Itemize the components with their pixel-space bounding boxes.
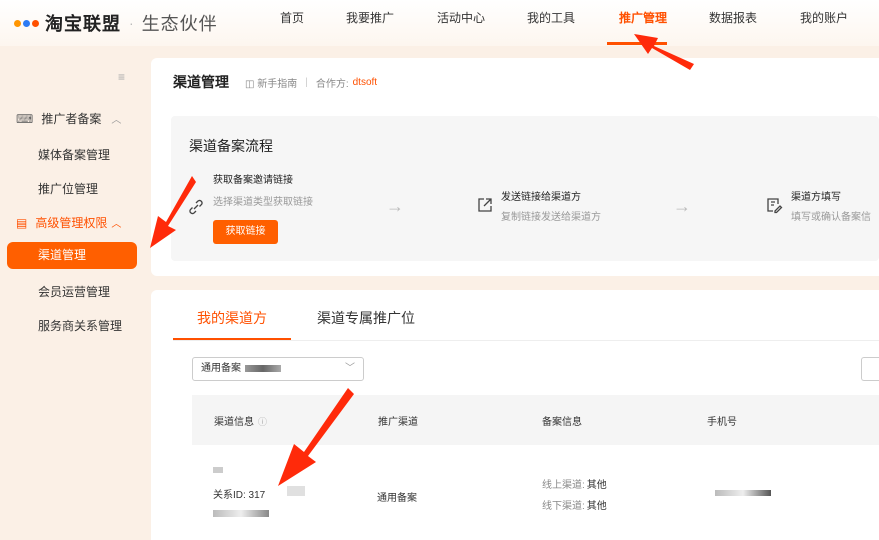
edit-form-icon bbox=[765, 196, 783, 219]
partner-label: 合作方: bbox=[315, 78, 349, 90]
sidebar-item-channel-management[interactable]: 渠道管理 bbox=[7, 242, 137, 269]
arrow-right-icon: → bbox=[673, 196, 691, 216]
tab-channel-adzones[interactable]: 渠道专属推广位 bbox=[317, 308, 415, 328]
annotation-arrow bbox=[150, 176, 196, 248]
flow-title: 渠道备案流程 bbox=[189, 138, 273, 154]
channel-value: 通用备案 bbox=[377, 493, 417, 504]
sidebar-group-advanced[interactable]: ▤ 高级管理权限 ︿ bbox=[16, 214, 121, 231]
blurred-text bbox=[213, 510, 269, 517]
logo[interactable]: 淘宝联盟 · 生态伙伴 bbox=[14, 10, 218, 36]
sidebar-item-adzone[interactable]: 推广位管理 bbox=[38, 180, 98, 197]
nav-promote[interactable]: 我要推广 bbox=[346, 0, 394, 46]
step-3-desc: 填写或确认备案信 bbox=[791, 212, 871, 223]
chevron-up-icon: ︿ bbox=[111, 115, 122, 126]
brand-name: 淘宝联盟 bbox=[45, 14, 121, 34]
annotation-arrow bbox=[634, 34, 694, 70]
guide-link[interactable]: ◫ 新手指南 bbox=[245, 75, 297, 90]
blurred-text bbox=[245, 364, 281, 372]
breadcrumb: 渠道管理 ◫ 新手指南 | 合作方: dtsoft bbox=[173, 72, 377, 92]
blurred-text bbox=[715, 490, 771, 496]
step-2-desc: 复制链接发送给渠道方 bbox=[501, 212, 601, 223]
nav-reports[interactable]: 数据报表 bbox=[709, 0, 757, 46]
megaphone-icon: ⌨ bbox=[16, 111, 34, 126]
brand-sub: 生态伙伴 bbox=[141, 14, 218, 34]
online-value: 其他 bbox=[586, 480, 607, 491]
step-3-title: 渠道方填写 bbox=[791, 192, 841, 203]
blurred-text bbox=[213, 467, 223, 473]
offline-value: 其他 bbox=[586, 501, 607, 512]
menu-collapse-icon[interactable]: ≡ bbox=[118, 70, 125, 84]
online-channel: 线上渠道: 其他 bbox=[542, 476, 607, 491]
step-1-title: 获取备案邀请链接 bbox=[213, 175, 293, 186]
header-registration: 备案信息 bbox=[542, 417, 582, 428]
partner-value: dtsoft bbox=[352, 76, 378, 88]
guide-label: 新手指南 bbox=[257, 78, 298, 90]
sidebar-item-member-ops[interactable]: 会员运营管理 bbox=[38, 283, 110, 300]
page-title: 渠道管理 bbox=[173, 74, 229, 90]
permission-icon: ▤ bbox=[16, 215, 28, 230]
nav-home[interactable]: 首页 bbox=[280, 0, 304, 46]
offline-channel: 线下渠道: 其他 bbox=[542, 497, 607, 512]
tab-divider bbox=[173, 340, 879, 341]
divider: | bbox=[305, 76, 308, 88]
step-1-desc: 选择渠道类型获取链接 bbox=[213, 197, 313, 208]
offline-label: 线下渠道: bbox=[542, 501, 585, 512]
channel-card: 渠道管理 ◫ 新手指南 | 合作方: dtsoft 渠道备案流程 获取备案邀请链… bbox=[151, 58, 879, 276]
nav-activity[interactable]: 活动中心 bbox=[437, 0, 485, 46]
header-phone: 手机号 bbox=[707, 417, 737, 428]
brand-separator: · bbox=[129, 15, 134, 31]
sidebar: ≡ ⌨ 推广者备案 ︿ 媒体备案管理 推广位管理 ▤ 高级管理权限 ︿ 渠道管理… bbox=[0, 46, 145, 540]
logo-icon bbox=[14, 19, 39, 27]
online-label: 线上渠道: bbox=[542, 480, 585, 491]
share-icon bbox=[476, 196, 494, 219]
step-2-title: 发送链接给渠道方 bbox=[501, 192, 581, 203]
header-channel: 推广渠道 bbox=[378, 417, 418, 428]
sidebar-item-provider[interactable]: 服务商关系管理 bbox=[38, 317, 122, 334]
chevron-up-icon: ︿ bbox=[111, 219, 122, 230]
sidebar-item-media[interactable]: 媒体备案管理 bbox=[38, 146, 110, 163]
flow-panel: 渠道备案流程 获取备案邀请链接 选择渠道类型获取链接 获取链接 → 发送链接给渠… bbox=[171, 116, 879, 261]
annotation-arrow bbox=[278, 388, 354, 486]
sidebar-group-label: 推广者备案 bbox=[41, 112, 102, 126]
header-label: 渠道信息 bbox=[214, 417, 254, 428]
nav-account[interactable]: 我的账户 bbox=[800, 0, 848, 46]
search-box[interactable] bbox=[861, 357, 879, 381]
filter-select[interactable]: 通用备案 ﹀ bbox=[192, 357, 364, 381]
sidebar-group-registration[interactable]: ⌨ 推广者备案 ︿ bbox=[16, 110, 121, 127]
sidebar-group-label: 高级管理权限 bbox=[35, 216, 108, 230]
tab-my-channels[interactable]: 我的渠道方 bbox=[197, 308, 267, 328]
nav-tools[interactable]: 我的工具 bbox=[527, 0, 575, 46]
arrow-right-icon: → bbox=[386, 196, 404, 216]
get-link-button[interactable]: 获取链接 bbox=[213, 220, 278, 244]
chevron-down-icon: ﹀ bbox=[345, 363, 355, 374]
filter-value: 通用备案 bbox=[201, 363, 241, 374]
